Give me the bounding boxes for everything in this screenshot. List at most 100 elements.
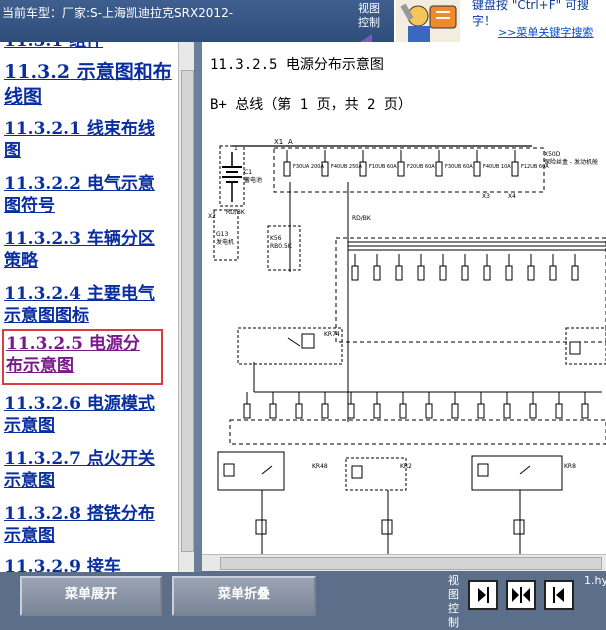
mid-fuse-8 [527,265,535,281]
content-horizontal-scrollbar[interactable] [202,554,606,571]
generator-id: G13 [216,231,228,238]
mid-fuse-1 [373,265,381,281]
toc-item-cut[interactable]: 11.3.1 组件 [4,42,174,52]
top-fuse-6 [511,161,519,177]
low-fuse-3 [321,403,329,419]
low-fuse-6 [399,403,407,419]
top-fuse-0 [283,161,291,177]
toc-item-11-3-2-6[interactable]: 11.3.2.6 电源模式示意图 [4,393,164,437]
wire-color-2: RD/BK [352,215,372,222]
low-fuse-1 [269,403,277,419]
top-fuse-row: F30UA 200A F40UB 250A F10UB 60A F20UB 60A F3… [283,150,549,177]
low-fuse-7 [425,403,433,419]
top-fuse-0-label: F30UA 200A [293,164,324,170]
starter-id: K56 [270,235,282,242]
generator-label: 发电机 [216,238,234,246]
connector-x2: X2 [208,213,216,220]
starter-label: RB0.5K [270,243,293,250]
low-fuse-0 [243,403,251,419]
relay-kr48: KR48 [312,463,328,470]
mid-fuse-6 [483,265,491,281]
low-fuse-11 [529,403,537,419]
low-fuse-4 [347,403,355,419]
relay-kr2: KR2 [400,463,412,470]
relay-kr74: KR74 [324,331,340,338]
toc-item-11-3-2-2[interactable]: 11.3.2.2 电气示意图符号 [4,173,164,217]
battery-id: C1 [244,169,252,176]
view-control-toggle[interactable]: 视图控制 [358,2,390,42]
toc-section-title[interactable]: 11.3.2 示意图和布线图 [4,60,174,110]
toc-item-11-3-2-8[interactable]: 11.3.2.8 搭铁分布示意图 [4,503,164,547]
power-distribution-diagram: 1 C1 蓄电池 X1 A X50D 保险丝盒 - 发动机舱 F30UA 200… [208,138,606,554]
connector-x4: X4 [508,193,516,200]
top-fuse-4-label: F30UB 60A [445,164,473,170]
connector-x1: X1 [274,138,283,146]
toc-item-11-3-2-9[interactable]: 11.3.2.9 接车 [4,556,164,572]
split-arrows-icon [512,587,530,603]
mid-fuse-5 [461,265,469,281]
low-fuse-2 [295,403,303,419]
mid-fuse-2 [395,265,403,281]
arrow-right-bar-icon [478,587,489,603]
battery-symbol: 1 C1 蓄电池 [219,145,262,207]
current-vehicle-label: 当前车型：厂家:S-上海凯迪拉克SRX2012- [2,6,234,20]
content-panel: 11.3.2.5 电源分布示意图 B+ 总线（第 1 页，共 2 页） 1 C1… [202,42,606,554]
fuse-box-id: X50D [544,151,561,158]
mid-fuse-7 [505,265,513,281]
top-fuse-6-label: F12UB 60A [521,164,549,170]
low-fuse-5 [373,403,381,419]
mid-fuse-10 [571,265,579,281]
selected-toc-highlight: 11.3.2.5 电源分布示意图 [2,329,163,385]
connector-x3: X3 [482,193,490,200]
keyword-search-link[interactable]: >>菜单关键字搜索 [498,24,593,40]
toc-scroll-thumb[interactable] [181,70,194,552]
low-fuse-9 [477,403,485,419]
low-fuse-8 [451,403,459,419]
toc-item-11-3-2-5[interactable]: 11.3.2.5 电源分布示意图 [6,333,156,377]
view-control-text: 视图控制 [358,2,380,29]
collapse-arrow-icon[interactable] [360,34,372,42]
search-tip-line1: 键盘按 "Ctrl+F" 可搜 [472,0,589,12]
show-left-button[interactable] [544,580,574,610]
mid-fuse-4 [439,265,447,281]
toc-item-11-3-2-3[interactable]: 11.3.2.3 车辆分区策略 [4,228,164,272]
fuse-box-label: 保险丝盒 - 发动机舱 [544,158,598,166]
top-fuse-1-label: F40UB 250A [331,164,362,170]
mid-fuse-row [351,254,579,281]
top-fuse-2-label: F10UB 60A [369,164,397,170]
show-right-button[interactable] [468,580,498,610]
panel-splitter[interactable] [194,42,202,572]
top-fuse-5-label: F40UB 10A [483,164,511,170]
content-scroll-thumb[interactable] [220,557,602,570]
expand-menu-button[interactable]: 菜单展开 [20,576,162,616]
top-fuse-3-label: F20UB 60A [407,164,435,170]
top-fuse-3 [397,161,405,177]
top-fuse-4 [435,161,443,177]
arrow-left-bar-icon [553,587,564,603]
mid-fuse-0 [351,265,359,281]
low-fuse-13 [581,403,589,419]
cartoon-mechanic-icon [396,0,460,42]
top-bar: 当前车型：厂家:S-上海凯迪拉克SRX2012- 视图控制 键盘按 "Ctrl+… [0,0,606,42]
toc-item-11-3-2-1[interactable]: 11.3.2.1 线束布线图 [4,118,164,162]
relay-kr8: KR8 [564,463,576,470]
view-control-label: 视图控制 [448,574,459,629]
toc-vertical-scrollbar[interactable] [178,42,195,572]
collapse-menu-button[interactable]: 菜单折叠 [172,576,316,616]
toc-item-11-3-2-7[interactable]: 11.3.2.7 点火开关示意图 [4,448,164,492]
mid-fuse-3 [417,265,425,281]
top-fuse-5 [473,161,481,177]
page-title: 11.3.2.5 电源分布示意图 [210,57,384,73]
bottom-toolbar: 菜单展开 菜单折叠 视图控制 1.hy [0,572,606,629]
toc-item-11-3-2-4[interactable]: 11.3.2.4 主要电气示意图图标 [4,283,164,327]
battery-label: 蓄电池 [244,176,262,184]
low-fuse-12 [555,403,563,419]
mid-fuse-9 [549,265,557,281]
low-fuse-10 [503,403,511,419]
toc-panel: 11.3.1 组件 11.3.2 示意图和布线图 11.3.2.1 线束布线图 … [0,42,179,572]
lower-fuse-row [243,392,589,419]
split-view-button[interactable] [506,580,536,610]
page-index-label: 1.hy [584,574,606,587]
diagram-subtitle: B+ 总线（第 1 页，共 2 页） [210,97,412,113]
connector-a: A [288,138,293,146]
